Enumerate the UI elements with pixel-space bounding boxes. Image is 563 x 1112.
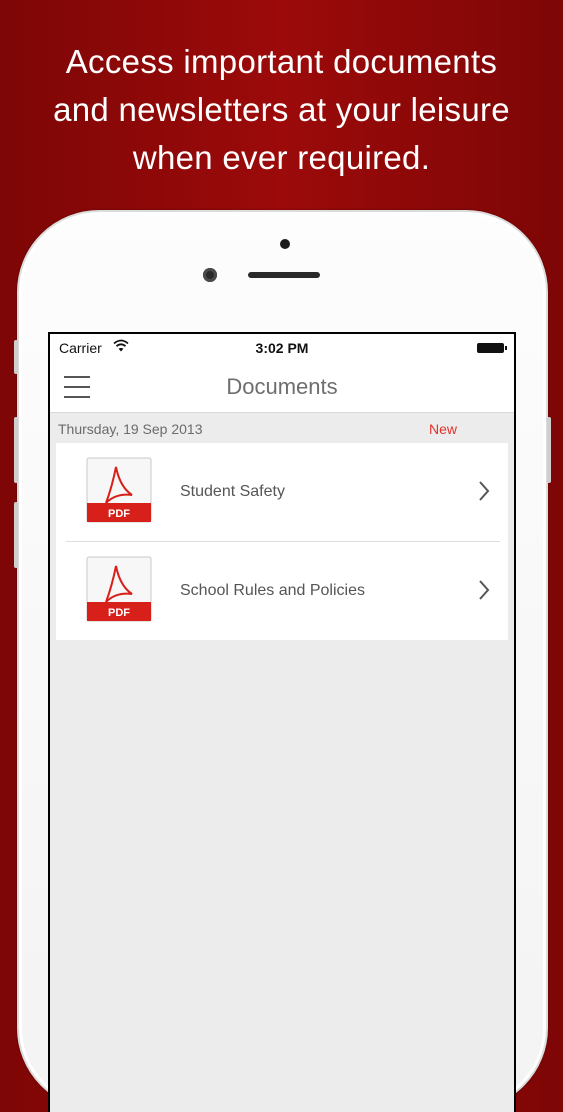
page-title: Documents	[226, 374, 338, 399]
status-bar: Carrier 3:02 PM	[50, 334, 514, 360]
pdf-icon: PDF	[86, 457, 152, 523]
navigation-bar: Documents	[50, 360, 514, 413]
promo-headline: Access important documents and newslette…	[0, 38, 563, 182]
phone-frame: Carrier 3:02 PM Documents Thursday, 19 S…	[14, 210, 551, 1112]
section-header: Thursday, 19 Sep 2013 New	[50, 413, 514, 443]
svg-text:PDF: PDF	[108, 508, 130, 520]
volume-up-button	[14, 417, 18, 483]
status-time: 3:02 PM	[255, 340, 309, 356]
earpiece-speaker	[248, 272, 320, 278]
document-list: PDF Student Safety PDF School Rules and …	[56, 443, 508, 640]
proximity-sensor	[280, 239, 290, 249]
battery-icon	[477, 343, 507, 353]
power-button	[547, 417, 551, 483]
chevron-right-icon	[479, 481, 490, 501]
phone-screen: Carrier 3:02 PM Documents Thursday, 19 S…	[48, 332, 516, 1112]
document-title: Student Safety	[180, 483, 285, 500]
promo-line-2: and newsletters at your leisure	[53, 91, 510, 128]
volume-down-button	[14, 502, 18, 568]
chevron-right-icon	[479, 580, 490, 600]
document-title: School Rules and Policies	[180, 582, 365, 599]
svg-text:PDF: PDF	[108, 607, 130, 619]
promo-line-1: Access important documents	[65, 43, 498, 80]
document-row-school-rules[interactable]: PDF School Rules and Policies	[56, 542, 508, 640]
front-camera-icon	[203, 268, 217, 282]
promo-line-3: when ever required.	[132, 139, 431, 176]
app-screen: Carrier 3:02 PM Documents Thursday, 19 S…	[50, 334, 514, 1112]
pdf-icon: PDF	[86, 556, 152, 622]
section-date: Thursday, 19 Sep 2013	[58, 421, 203, 437]
mute-switch	[14, 340, 18, 374]
new-badge: New	[429, 421, 458, 437]
document-row-student-safety[interactable]: PDF Student Safety	[56, 443, 508, 541]
